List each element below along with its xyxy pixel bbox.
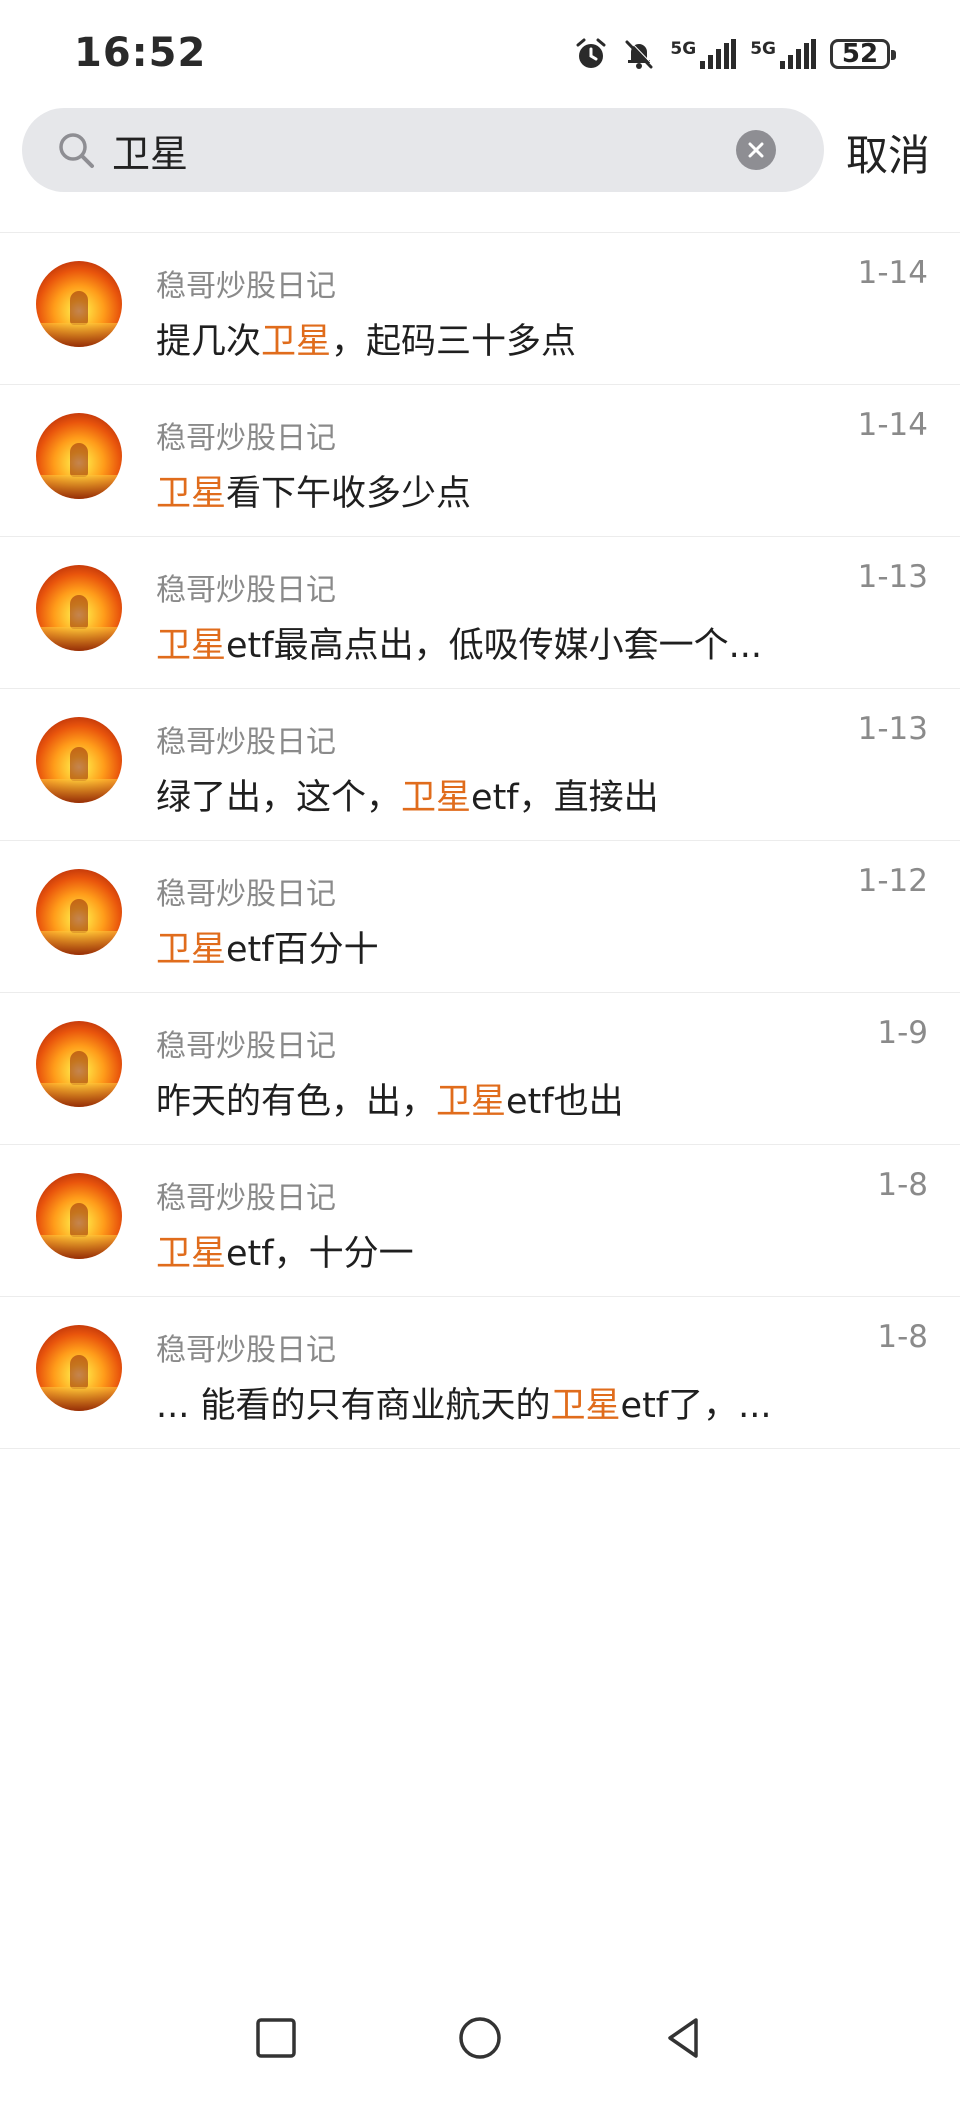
highlight-keyword: 卫星 [156, 626, 227, 666]
message-date: 1-8 [877, 1319, 928, 1355]
message-text: etf最高点出，低吸传媒小套一个... [226, 626, 762, 666]
search-input[interactable] [112, 118, 732, 182]
result-row[interactable]: 稳哥炒股日记 ... 能看的只有商业航天的卫星etf了，... 1-8 [0, 1297, 960, 1449]
message-date: 1-13 [857, 711, 928, 747]
highlight-keyword: 卫星 [156, 474, 227, 514]
signal-icon: 5G [750, 39, 816, 69]
signal-icon: 5G [670, 39, 737, 69]
message-text: etf了，... [620, 1386, 772, 1426]
mute-icon [622, 37, 656, 71]
message-text: etf，直接出 [471, 778, 659, 818]
message-text: etf百分十 [226, 930, 379, 970]
back-icon[interactable] [658, 2012, 710, 2068]
author-name: 稳哥炒股日记 [156, 1029, 336, 1064]
avatar[interactable] [36, 1173, 122, 1259]
status-bar: 16:52 5G 5G 52 [0, 0, 960, 104]
message-date: 1-14 [857, 407, 928, 443]
message-text: etf，十分一 [226, 1234, 414, 1274]
message-preview: 卫星etf最高点出，低吸传媒小套一个... [156, 617, 796, 668]
highlight-keyword: 卫星 [550, 1386, 621, 1426]
message-date: 1-8 [877, 1167, 928, 1203]
search-bar: 取消 [0, 104, 960, 204]
result-row[interactable]: 稳哥炒股日记卫星etf百分十 1-12 [0, 841, 960, 993]
message-text: 提几次 [156, 322, 262, 362]
author-name: 稳哥炒股日记 [156, 877, 336, 912]
avatar[interactable] [36, 717, 122, 803]
status-icons: 5G 5G 52 [574, 34, 896, 74]
avatar[interactable] [36, 869, 122, 955]
search-box[interactable] [22, 108, 824, 192]
message-date: 1-12 [857, 863, 928, 899]
clear-icon[interactable] [736, 130, 776, 170]
avatar[interactable] [36, 413, 122, 499]
message-preview: ... 能看的只有商业航天的卫星etf了，... [156, 1377, 796, 1428]
highlight-keyword: 卫星 [436, 1082, 507, 1122]
message-text: 看下午收多少点 [226, 474, 472, 514]
message-preview: 昨天的有色，出，卫星etf也出 [156, 1073, 796, 1124]
avatar[interactable] [36, 1021, 122, 1107]
search-icon [54, 128, 98, 176]
home-icon[interactable] [454, 2012, 506, 2068]
result-row[interactable]: 稳哥炒股日记昨天的有色，出，卫星etf也出 1-9 [0, 993, 960, 1145]
result-row[interactable]: 稳哥炒股日记卫星etf，十分一 1-8 [0, 1145, 960, 1297]
message-preview: 卫星看下午收多少点 [156, 465, 796, 516]
avatar[interactable] [36, 565, 122, 651]
network-label-1: 5G [670, 39, 697, 59]
status-time: 16:52 [74, 30, 207, 76]
author-name: 稳哥炒股日记 [156, 421, 336, 456]
result-row[interactable]: 稳哥炒股日记提几次卫星，起码三十多点 1-14 [0, 233, 960, 385]
highlight-keyword: 卫星 [156, 1234, 227, 1274]
battery-icon: 52 [830, 39, 896, 69]
avatar[interactable] [36, 261, 122, 347]
result-row[interactable]: 稳哥炒股日记卫星etf最高点出，低吸传媒小套一个... 1-13 [0, 537, 960, 689]
message-text: 昨天的有色，出， [156, 1082, 437, 1122]
author-name: 稳哥炒股日记 [156, 1181, 336, 1216]
message-date: 1-14 [857, 255, 928, 291]
message-preview: 卫星etf，十分一 [156, 1225, 796, 1276]
cancel-button[interactable]: 取消 [846, 122, 930, 183]
message-date: 1-9 [877, 1015, 928, 1051]
result-row[interactable]: 稳哥炒股日记卫星看下午收多少点 1-14 [0, 385, 960, 537]
message-preview: 卫星etf百分十 [156, 921, 796, 972]
author-name: 稳哥炒股日记 [156, 725, 336, 760]
avatar[interactable] [36, 1325, 122, 1411]
navigation-bar [0, 1992, 960, 2109]
author-name: 稳哥炒股日记 [156, 269, 336, 304]
message-date: 1-13 [857, 559, 928, 595]
highlight-keyword: 卫星 [401, 778, 472, 818]
battery-level: 52 [841, 39, 879, 69]
author-name: 稳哥炒股日记 [156, 1333, 336, 1368]
message-preview: 绿了出，这个，卫星etf，直接出 [156, 769, 796, 820]
highlight-keyword: 卫星 [261, 322, 332, 362]
message-text: ... 能看的只有商业航天的 [156, 1386, 551, 1426]
recent-apps-icon[interactable] [250, 2012, 302, 2068]
alarm-icon [574, 37, 608, 71]
message-preview: 提几次卫星，起码三十多点 [156, 313, 796, 364]
network-label-2: 5G [750, 39, 776, 59]
highlight-keyword: 卫星 [156, 930, 227, 970]
search-results-list: 稳哥炒股日记 提几次卫星，起码三十多点 1-14 稳哥炒股日记 卫星看下午收多少点 1-1… [0, 232, 960, 1449]
result-row[interactable]: 稳哥炒股日记绿了出，这个，卫星etf，直接出 1-13 [0, 689, 960, 841]
message-text: 绿了出，这个， [156, 778, 402, 818]
message-text: ，起码三十多点 [331, 322, 577, 362]
message-text: etf也出 [506, 1082, 624, 1122]
author-name: 稳哥炒股日记 [156, 573, 336, 608]
